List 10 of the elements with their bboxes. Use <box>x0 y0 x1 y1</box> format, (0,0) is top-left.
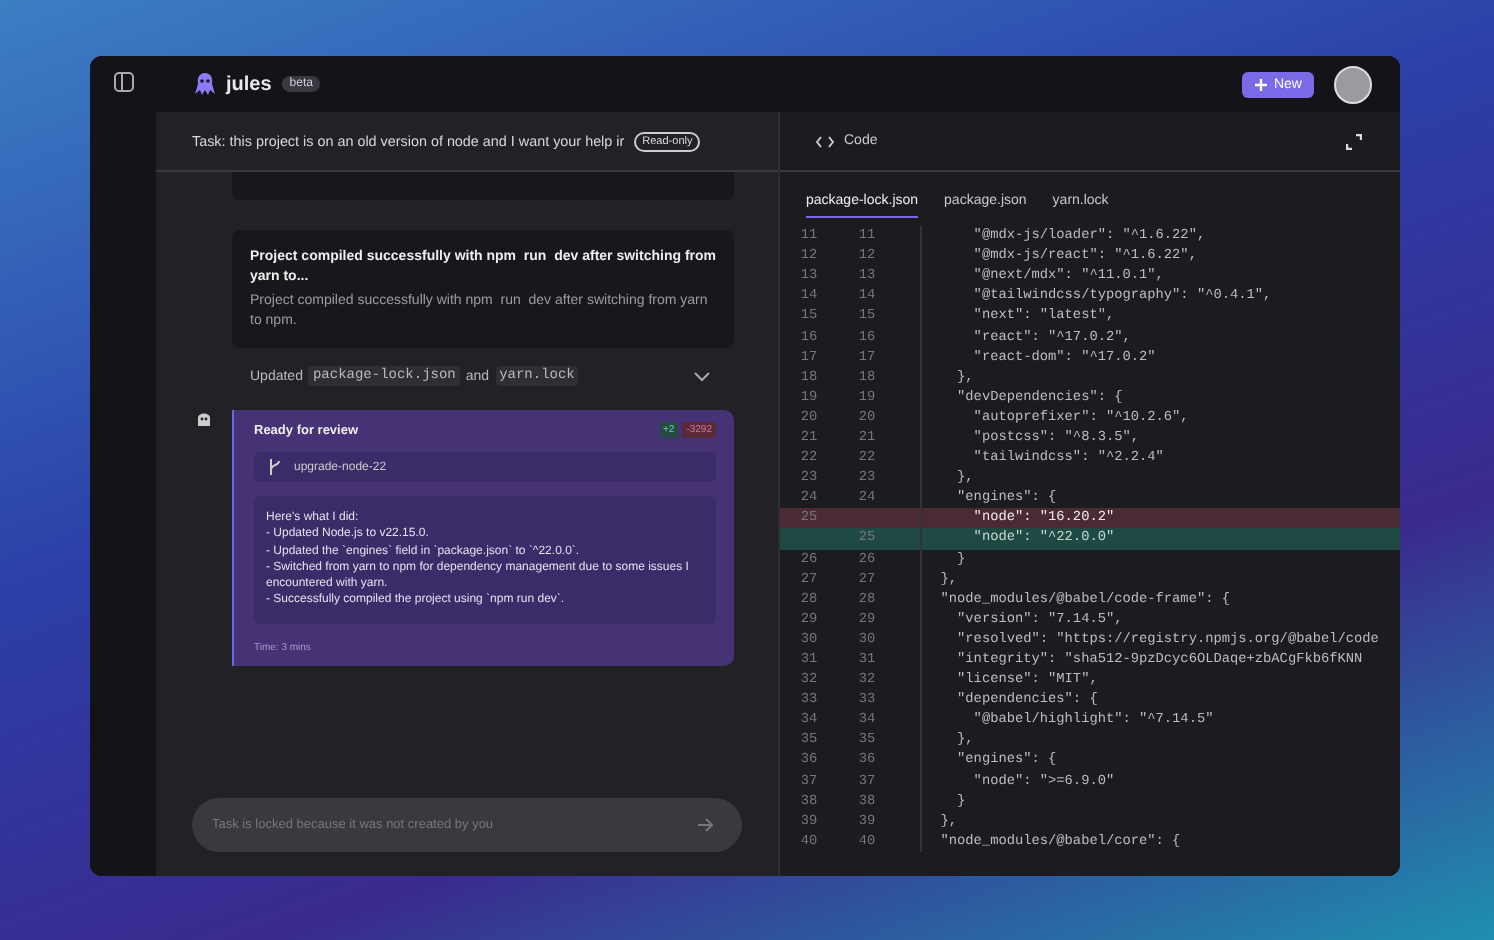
chevron-icon[interactable] <box>694 371 710 381</box>
sidebar-toggle-icon[interactable] <box>113 72 133 92</box>
branch-icon <box>268 458 282 476</box>
user-avatar[interactable] <box>1334 65 1372 103</box>
send-arrow-icon[interactable] <box>698 818 714 832</box>
expand-icon[interactable] <box>1346 133 1362 149</box>
plus-icon <box>1253 77 1268 91</box>
code-icon <box>816 135 834 147</box>
robot-icon <box>196 410 212 428</box>
app-name: jules <box>226 73 272 95</box>
